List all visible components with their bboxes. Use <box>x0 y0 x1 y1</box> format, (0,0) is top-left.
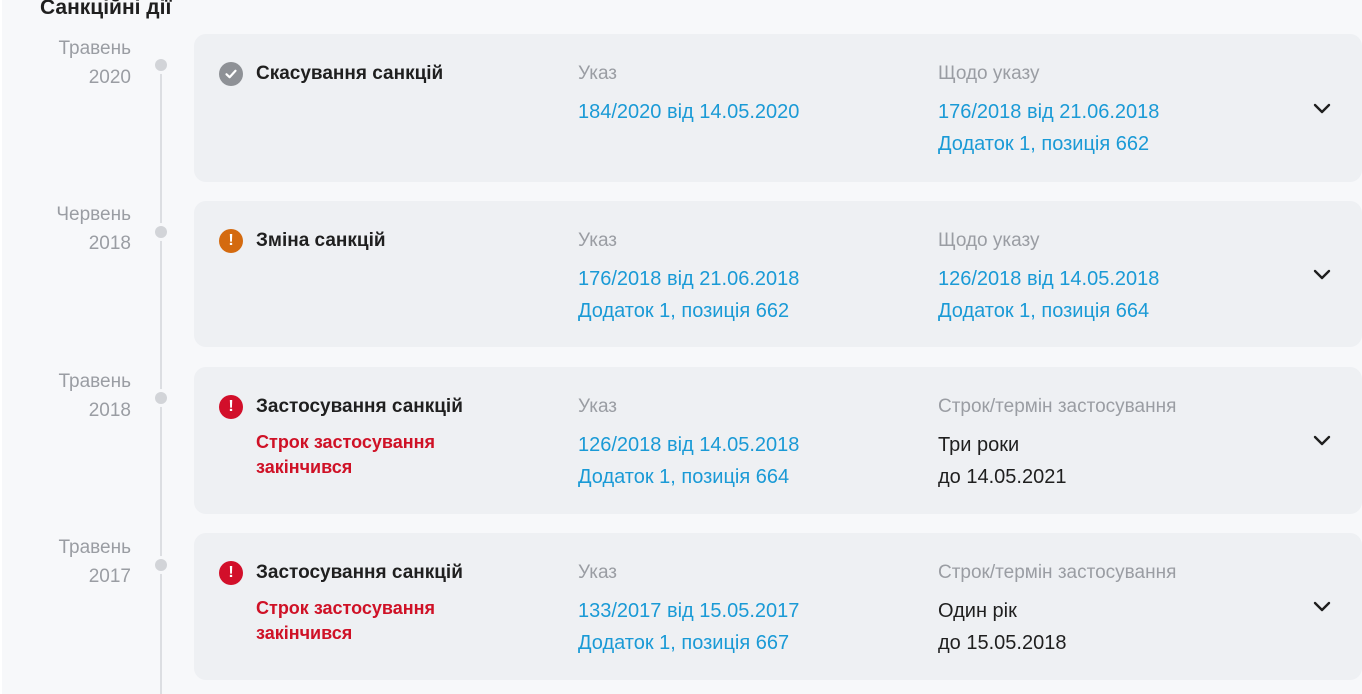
chevron-down-icon[interactable] <box>1311 595 1333 617</box>
reference-column: Щодо указу 126/2018 від 14.05.2018 Додат… <box>938 228 1159 327</box>
date-month: Червень <box>56 204 131 225</box>
expired-note: Строк застосування закінчився <box>256 598 435 643</box>
decree-column: Указ 176/2018 від 21.06.2018 Додаток 1, … <box>578 228 799 327</box>
reference-label: Щодо указу <box>938 63 1040 84</box>
decree-annex-link[interactable]: Додаток 1, позиція 662 <box>578 295 799 327</box>
reference-annex-link[interactable]: Додаток 1, позиція 664 <box>938 295 1159 327</box>
decree-link[interactable]: 126/2018 від 14.05.2018 <box>578 429 799 461</box>
decree-column: Указ 184/2020 від 14.05.2020 <box>578 61 799 128</box>
timeline-dot <box>155 226 167 238</box>
action-title: Скасування санкцій <box>256 63 444 84</box>
term-duration: Один рік <box>938 600 1017 622</box>
decree-label: Указ <box>578 396 618 417</box>
decree-label: Указ <box>578 230 618 251</box>
term-label: Строк/термін застосування <box>938 562 1177 583</box>
timeline-date: Червень 2018 <box>11 200 131 258</box>
decree-annex-link[interactable]: Додаток 1, позиція 667 <box>578 627 799 659</box>
term-column: Строк/термін застосування Один рік до 15… <box>938 560 1176 659</box>
timeline-dot <box>155 59 167 71</box>
timeline-date: Травень 2017 <box>11 533 131 591</box>
reference-decree-link[interactable]: 176/2018 від 21.06.2018 <box>938 96 1159 128</box>
sanction-card[interactable]: ! Застосування санкцій Строк застосуванн… <box>194 533 1362 680</box>
sanction-card[interactable]: Скасування санкцій Указ 184/2020 від 14.… <box>194 34 1362 182</box>
sanctions-panel: Санкційні дії Травень 2020 Скасування са… <box>2 0 1362 694</box>
term-label: Строк/термін застосування <box>938 396 1177 417</box>
chevron-down-icon[interactable] <box>1311 97 1333 119</box>
decree-label: Указ <box>578 562 618 583</box>
term-end-date: до 14.05.2021 <box>938 466 1067 488</box>
decree-link[interactable]: 184/2020 від 14.05.2020 <box>578 96 799 128</box>
date-year: 2018 <box>88 233 131 254</box>
date-month: Травень <box>58 371 131 392</box>
decree-annex-link[interactable]: Додаток 1, позиція 664 <box>578 461 799 493</box>
term-column: Строк/термін застосування Три роки до 14… <box>938 394 1176 493</box>
decree-label: Указ <box>578 63 618 84</box>
sanction-card[interactable]: ! Застосування санкцій Строк застосуванн… <box>194 367 1362 514</box>
decree-link[interactable]: 133/2017 від 15.05.2017 <box>578 595 799 627</box>
date-month: Травень <box>58 537 131 558</box>
date-year: 2018 <box>88 400 131 421</box>
timeline-date: Травень 2018 <box>11 367 131 425</box>
error-circle-icon: ! <box>219 561 243 585</box>
reference-column: Щодо указу 176/2018 від 21.06.2018 Додат… <box>938 61 1159 160</box>
timeline-line <box>160 66 162 694</box>
warning-circle-icon: ! <box>219 229 243 253</box>
decree-link[interactable]: 176/2018 від 21.06.2018 <box>578 263 799 295</box>
reference-decree-link[interactable]: 126/2018 від 14.05.2018 <box>938 263 1159 295</box>
term-end-date: до 15.05.2018 <box>938 632 1067 654</box>
timeline-dot <box>155 559 167 571</box>
date-year: 2020 <box>88 67 131 88</box>
section-title: Санкційні дії <box>40 0 172 19</box>
date-year: 2017 <box>88 566 131 587</box>
action-title: Застосування санкцій <box>256 562 463 583</box>
decree-column: Указ 133/2017 від 15.05.2017 Додаток 1, … <box>578 560 799 659</box>
action-title: Застосування санкцій <box>256 396 463 417</box>
error-circle-icon: ! <box>219 395 243 419</box>
check-circle-icon <box>219 62 243 86</box>
decree-column: Указ 126/2018 від 14.05.2018 Додаток 1, … <box>578 394 799 493</box>
date-month: Травень <box>58 38 131 59</box>
chevron-down-icon[interactable] <box>1311 263 1333 285</box>
timeline-dot <box>155 392 167 404</box>
sanction-card[interactable]: ! Зміна санкцій Указ 176/2018 від 21.06.… <box>194 201 1362 347</box>
action-title: Зміна санкцій <box>256 230 386 251</box>
reference-label: Щодо указу <box>938 230 1040 251</box>
chevron-down-icon[interactable] <box>1311 429 1333 451</box>
expired-note: Строк застосування закінчився <box>256 432 435 477</box>
reference-annex-link[interactable]: Додаток 1, позиція 662 <box>938 128 1159 160</box>
timeline-date: Травень 2020 <box>11 34 131 92</box>
term-duration: Три роки <box>938 434 1020 456</box>
